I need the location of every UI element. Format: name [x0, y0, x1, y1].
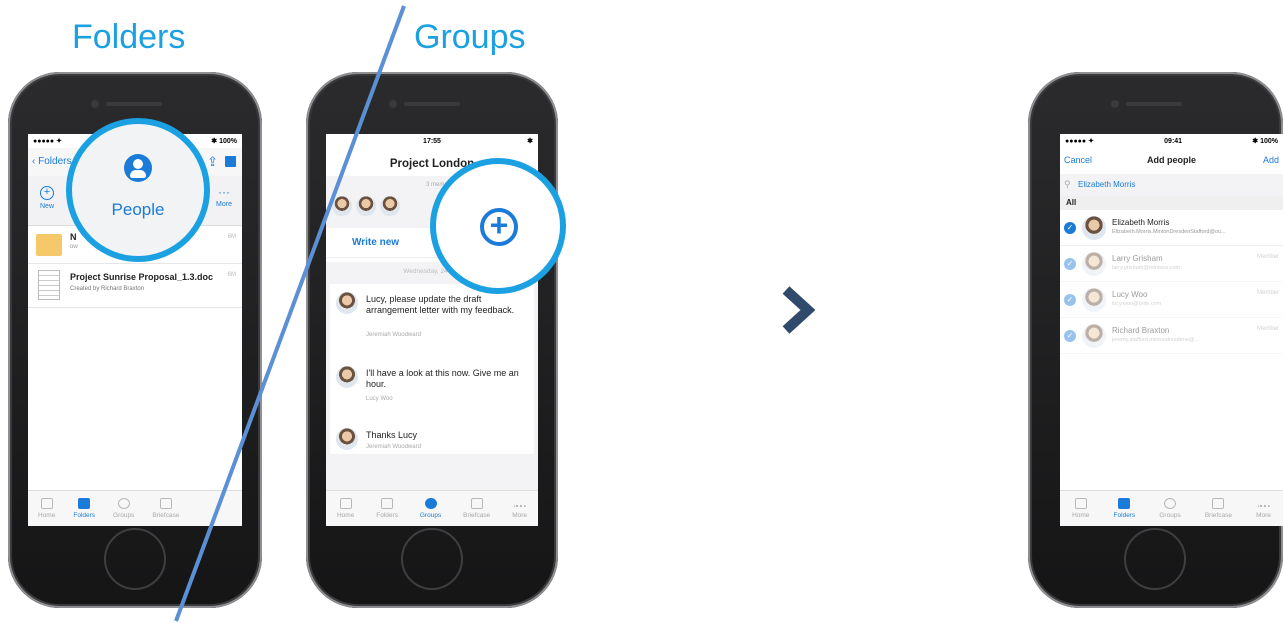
tab-briefcase[interactable]: Briefcase: [1205, 498, 1232, 519]
tab-briefcase[interactable]: Briefcase: [463, 498, 490, 519]
avatar: [336, 292, 358, 314]
tab-more[interactable]: More: [1256, 499, 1271, 519]
groups-icon: [1164, 498, 1177, 509]
tab-bar: Home Folders Groups Briefcase: [28, 490, 242, 526]
avatar: [1082, 216, 1106, 240]
tab-bar: Home Folders Groups Briefcase More: [326, 490, 538, 526]
home-icon: [40, 498, 53, 509]
person-row[interactable]: ✓ Richard Braxton jeremy.stafford.mintondr…: [1060, 318, 1283, 354]
avatar: [336, 366, 358, 388]
message-thread: Lucy, please update the draft arrangemen…: [326, 282, 538, 490]
home-button: [1124, 528, 1186, 590]
home-button: [104, 528, 166, 590]
next-chevron-icon: [770, 278, 820, 338]
people-list: ✓ Elizabeth Morris Elizabeth.Morris.Minton…: [1060, 210, 1283, 354]
nav-bar: Cancel Add people Add: [1060, 148, 1283, 174]
nav-title: Add people: [1147, 155, 1196, 165]
more-button[interactable]: ··· More: [216, 186, 232, 208]
list-view-icon[interactable]: [225, 156, 236, 167]
avatar: [356, 196, 376, 216]
phone-groups: 17:55 ✱ Project London 3 mem Write new W…: [306, 72, 558, 608]
avatar: [1082, 324, 1106, 348]
checkmark-icon[interactable]: ✓: [1064, 330, 1076, 342]
ellipsis-icon: [1257, 504, 1270, 509]
person-circle-icon: [124, 154, 152, 182]
person-row[interactable]: ✓ Elizabeth Morris Elizabeth.Morris.Minton…: [1060, 210, 1283, 246]
tab-groups[interactable]: Groups: [1159, 498, 1181, 519]
checkmark-icon[interactable]: ✓: [1064, 294, 1076, 306]
avatar: [332, 196, 352, 216]
tab-groups[interactable]: Groups: [113, 498, 134, 519]
status-bar: ●●●●● ✦ 09:41 ✱ 100%: [1065, 137, 1278, 146]
status-bar: 17:55 ✱: [423, 137, 533, 146]
tab-folders[interactable]: Folders: [73, 498, 95, 519]
groups-heading: Groups: [414, 18, 526, 56]
home-button: [401, 528, 463, 590]
tab-briefcase[interactable]: Briefcase: [152, 498, 179, 519]
home-icon: [1074, 498, 1087, 509]
search-bar[interactable]: ⚲ Elizabeth Morris: [1060, 174, 1283, 196]
tab-folders[interactable]: Folders: [376, 498, 398, 519]
people-callout: People: [66, 118, 210, 262]
back-button[interactable]: ‹ Folders: [32, 156, 71, 167]
briefcase-icon: [470, 498, 483, 509]
avatar: [1082, 252, 1106, 276]
add-button[interactable]: Add: [1263, 155, 1279, 165]
checkmark-icon[interactable]: ✓: [1064, 258, 1076, 270]
tab-groups[interactable]: Groups: [420, 498, 441, 519]
add-circle-icon: +: [40, 186, 54, 200]
checkmark-icon[interactable]: ✓: [1064, 222, 1076, 234]
groups-icon: [117, 498, 130, 509]
avatar: [336, 428, 358, 450]
add-member-callout[interactable]: +: [430, 158, 566, 294]
avatar: [1082, 288, 1106, 312]
tab-bar: Home Folders Groups Briefcase More: [1060, 490, 1283, 526]
folder-icon: [36, 234, 62, 256]
briefcase-icon: [159, 498, 172, 509]
briefcase-icon: [1212, 498, 1225, 509]
folders-heading: Folders: [72, 18, 186, 56]
ellipsis-icon: [513, 504, 526, 509]
section-header: All: [1060, 196, 1283, 210]
phone-add-people: ●●●●● ✦ 09:41 ✱ 100% Cancel Add people A…: [1028, 72, 1283, 608]
groups-icon: [424, 498, 437, 509]
search-input[interactable]: Elizabeth Morris: [1078, 180, 1135, 189]
people-label: People: [111, 200, 165, 219]
add-circle-icon: +: [480, 208, 518, 246]
folder-icon: [381, 498, 394, 509]
file-row[interactable]: Project Sunrise Proposal_1.3.doc Created…: [28, 264, 242, 308]
person-row[interactable]: ✓ Larry Grisham larry.grisham@mintons.com M…: [1060, 246, 1283, 282]
avatar: [380, 196, 400, 216]
add-people-screen: ●●●●● ✦ 09:41 ✱ 100% Cancel Add people A…: [1060, 134, 1283, 526]
tab-home[interactable]: Home: [337, 498, 354, 519]
ellipsis-icon: ···: [218, 185, 231, 199]
home-icon: [339, 498, 352, 509]
tab-home[interactable]: Home: [38, 498, 55, 519]
tab-home[interactable]: Home: [1072, 498, 1089, 519]
tab-folders[interactable]: Folders: [1114, 498, 1135, 519]
folder-icon: [78, 498, 91, 509]
tab-more[interactable]: More: [512, 499, 527, 519]
folder-icon: [1118, 498, 1131, 509]
search-icon: ⚲: [1064, 179, 1071, 189]
document-icon: [38, 270, 60, 300]
new-button[interactable]: + New: [40, 186, 54, 210]
share-icon[interactable]: ⇪: [207, 154, 218, 170]
person-row[interactable]: ✓ Lucy Woo lucy.woo@brite.com Member: [1060, 282, 1283, 318]
